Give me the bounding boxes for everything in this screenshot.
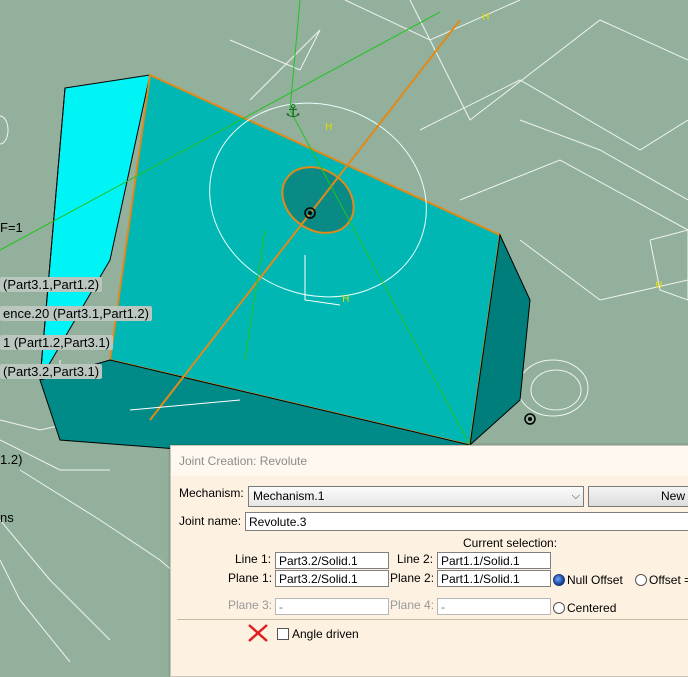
new-mechanism-button[interactable]: New <box>588 486 688 507</box>
part-body <box>39 73 531 471</box>
plane3-field[interactable]: - <box>275 598 389 615</box>
tree-item-mechanisms[interactable]: ns <box>0 510 14 525</box>
plane4-label: Plane 4: <box>390 598 435 612</box>
svg-text:⚓: ⚓ <box>285 101 301 122</box>
mechanism-value: Mechanism.1 <box>253 489 325 503</box>
angle-driven-status-icon <box>248 624 268 642</box>
current-selection-label: Current selection: <box>463 536 558 550</box>
joint-name-input[interactable]: Revolute.3 <box>245 512 688 531</box>
null-offset-radio[interactable] <box>553 574 565 586</box>
mechanism-select[interactable]: Mechanism.1 ⌵ <box>248 486 584 507</box>
centered-radio[interactable] <box>553 602 565 614</box>
joint-name-label: Joint name: <box>179 514 242 528</box>
null-offset-label: Null Offset <box>567 573 623 587</box>
plane3-label: Plane 3: <box>228 598 273 612</box>
dialog-title: Joint Creation: Revolute <box>179 454 308 468</box>
dialog-separator <box>177 619 688 620</box>
svg-text:H: H <box>342 294 350 305</box>
line2-field[interactable]: Part1.1/Solid.1 <box>437 552 551 569</box>
tree-item-constraint-5[interactable]: 1.2) <box>0 452 22 467</box>
line1-field[interactable]: Part3.2/Solid.1 <box>275 552 389 569</box>
plane1-label: Plane 1: <box>228 571 273 585</box>
tree-item-constraint-2[interactable]: ence.20 (Part3.1,Part1.2) <box>0 306 152 321</box>
centered-label: Centered <box>567 601 617 615</box>
line2-label: Line 2: <box>397 552 434 566</box>
plane2-field[interactable]: Part1.1/Solid.1 <box>437 570 551 587</box>
chevron-down-icon[interactable]: ⌵ <box>572 487 580 506</box>
angle-driven-checkbox[interactable] <box>277 628 289 640</box>
tree-item-dof[interactable]: F=1 <box>0 220 23 235</box>
svg-text:H: H <box>655 280 663 291</box>
offset-label: Offset = <box>649 573 688 587</box>
plane4-field[interactable]: - <box>437 598 551 615</box>
tree-item-constraint-3[interactable]: 1 (Part1.2,Part3.1) <box>0 335 113 350</box>
offset-radio[interactable] <box>635 574 647 586</box>
mechanism-label: Mechanism: <box>179 486 244 500</box>
tree-item-constraint-4[interactable]: (Part3.2,Part3.1) <box>0 364 103 379</box>
svg-text:H: H <box>482 12 490 23</box>
joint-creation-dialog[interactable]: Joint Creation: Revolute Mechanism: Mech… <box>170 445 688 677</box>
plane2-label: Plane 2: <box>390 571 435 585</box>
tree-item-constraint-1[interactable]: (Part3.1,Part1.2) <box>0 277 103 292</box>
line1-label: Line 1: <box>235 552 272 566</box>
svg-text:H: H <box>325 122 333 133</box>
angle-driven-label: Angle driven <box>292 627 359 641</box>
plane1-field[interactable]: Part3.2/Solid.1 <box>275 570 389 587</box>
